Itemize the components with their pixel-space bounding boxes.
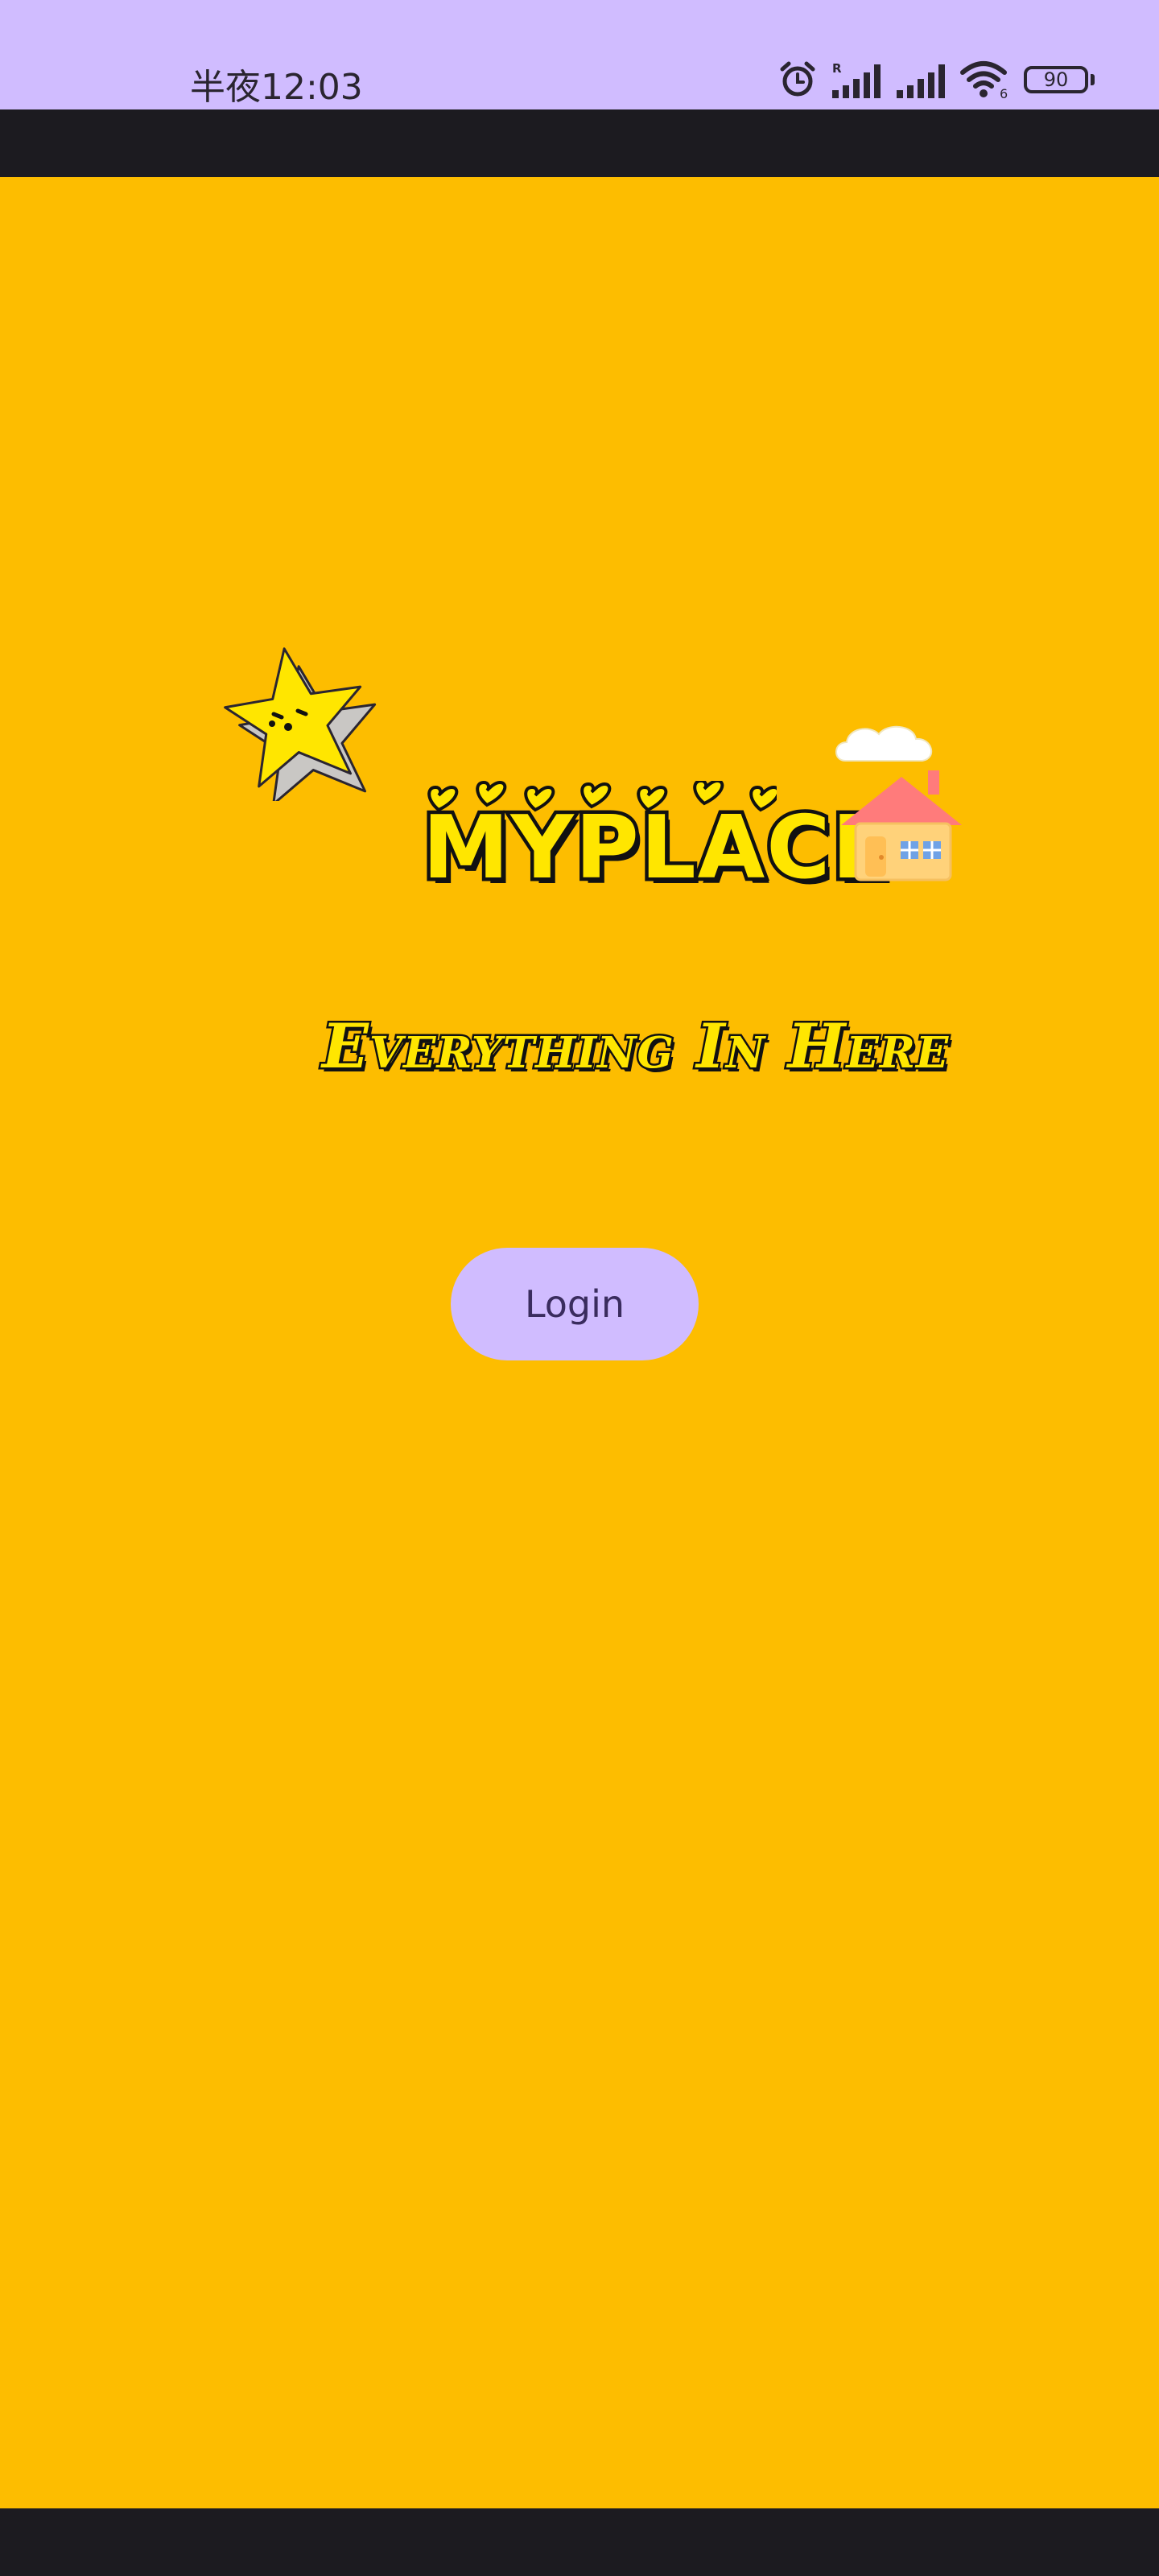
status-icons: R 6 90 bbox=[777, 60, 1095, 100]
login-button[interactable]: Login bbox=[451, 1248, 699, 1360]
battery-level: 90 bbox=[1024, 66, 1088, 93]
signal-icon-1: R bbox=[832, 61, 881, 98]
status-time: 半夜12:03 bbox=[190, 67, 363, 108]
wifi-icon: 6 bbox=[960, 61, 1008, 100]
tagline: Everything In Here bbox=[320, 1009, 951, 1084]
system-navigation-bar bbox=[0, 2508, 1159, 2576]
house-icon bbox=[841, 770, 962, 881]
wifi-badge: 6 bbox=[1000, 86, 1008, 100]
alarm-icon bbox=[780, 61, 815, 97]
battery-icon: 90 bbox=[1024, 66, 1095, 93]
top-app-bar bbox=[0, 109, 1159, 177]
status-bar: 半夜12:03 R 6 90 bbox=[0, 0, 1159, 109]
star-character-icon bbox=[224, 647, 377, 801]
logo: MYPLACE bbox=[217, 467, 974, 895]
roaming-indicator: R bbox=[832, 61, 842, 76]
signal-icon-2 bbox=[897, 64, 945, 98]
logo-text: MYPLACE bbox=[419, 798, 894, 898]
